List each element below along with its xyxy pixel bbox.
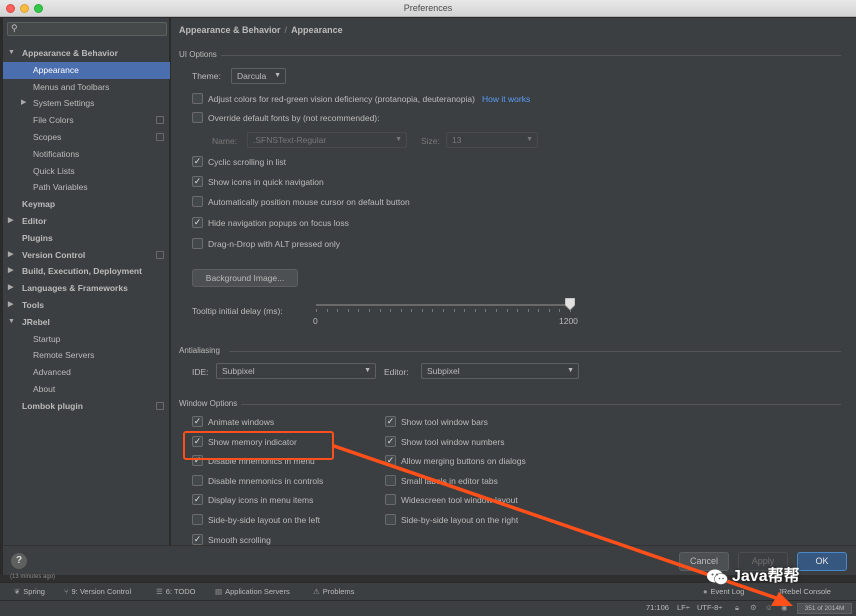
watermark-text: Java帮帮	[732, 568, 800, 585]
ide-frame: Preferences ⚲ ▼Appearance & BehaviorAppe…	[0, 0, 856, 616]
annotation-arrow	[0, 0, 856, 616]
wechat-icon	[706, 568, 728, 586]
watermark: Java帮帮	[706, 566, 800, 588]
